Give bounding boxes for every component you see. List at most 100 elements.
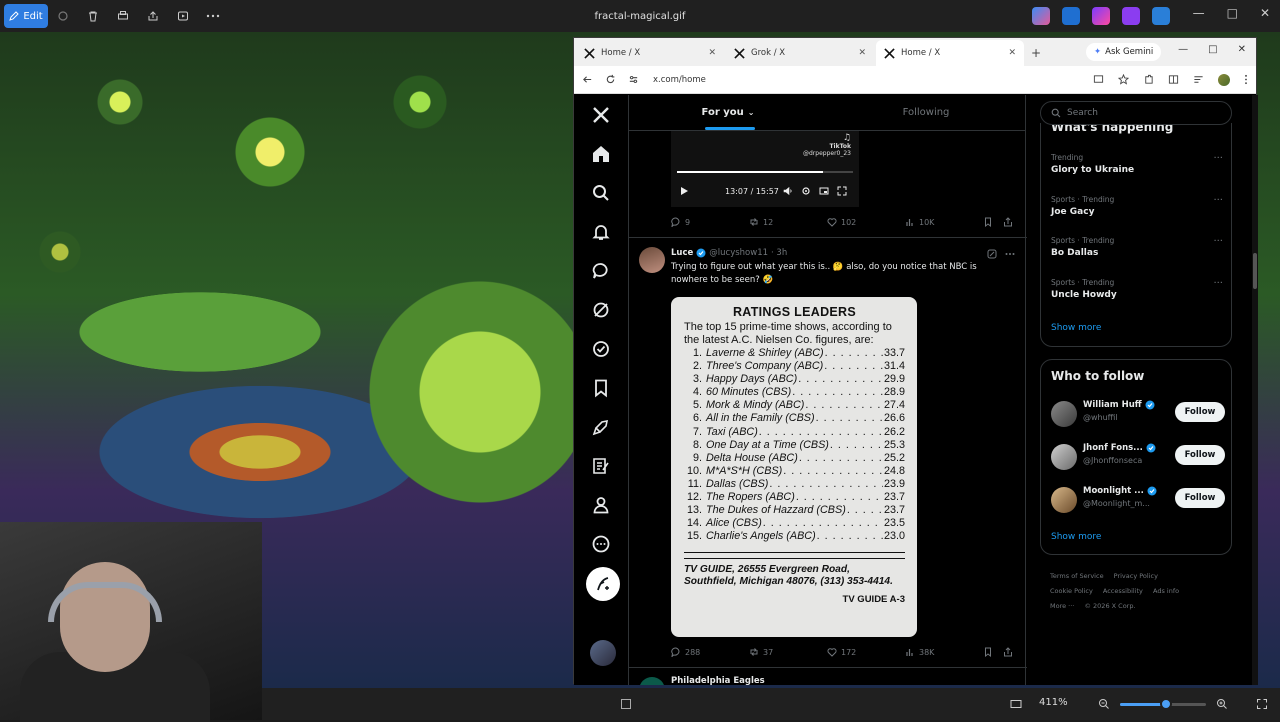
footer-link[interactable]: More ··· [1050, 602, 1074, 610]
copilot-icon[interactable] [1032, 7, 1050, 25]
minimize-icon[interactable]: — [1193, 6, 1205, 20]
grok-explain-icon[interactable] [987, 249, 997, 259]
profile-icon[interactable] [591, 495, 611, 515]
zoom-out-icon[interactable] [1098, 698, 1110, 710]
zoom-slider[interactable] [1120, 698, 1206, 710]
profile-avatar-browser[interactable] [1218, 73, 1230, 86]
close-tab-icon[interactable]: ✕ [708, 48, 716, 58]
maximize-icon[interactable]: □ [1227, 6, 1238, 20]
expand-icon[interactable] [837, 186, 847, 196]
tab-following[interactable]: Following [827, 95, 1025, 130]
footer-link[interactable]: Terms of Service [1050, 572, 1104, 580]
video-progress-bar[interactable] [677, 171, 853, 173]
post-author-name[interactable]: Luce [671, 248, 693, 258]
url-field[interactable]: x.com/home [653, 75, 706, 85]
tab-for-you[interactable]: For you ⌄ [629, 95, 827, 130]
more-circle-icon[interactable] [591, 534, 611, 554]
new-tab-button[interactable]: + [1024, 40, 1048, 66]
play-icon[interactable] [679, 186, 689, 196]
follow-button[interactable]: Follow [1175, 488, 1225, 508]
compose-post-button[interactable] [586, 567, 620, 601]
settings-gear-icon[interactable] [801, 186, 811, 196]
browser-tab-active[interactable]: Home / X ✕ [876, 40, 1024, 66]
show-more-trends-link[interactable]: Show more [1051, 323, 1101, 333]
aspect-icon[interactable] [1010, 698, 1022, 710]
post-timestamp[interactable]: · 3h [771, 248, 787, 258]
like-button[interactable]: 102 [827, 217, 856, 227]
more-vertical-icon[interactable] [1244, 74, 1248, 85]
x-logo-icon[interactable] [591, 105, 611, 125]
delete-button[interactable] [78, 3, 108, 29]
zoom-slider-handle[interactable] [1159, 698, 1172, 710]
minimize-icon[interactable]: — [1178, 44, 1188, 55]
post-author-name[interactable]: Philadelphia Eagles [671, 676, 765, 685]
app-icon[interactable] [1122, 7, 1140, 25]
views-button[interactable]: 10K [905, 217, 934, 227]
more-horizontal-icon[interactable]: ··· [1213, 236, 1223, 247]
show-more-follow-link[interactable]: Show more [1051, 532, 1101, 542]
follow-suggestion[interactable]: Jhonf Fons... @Jhonffonseca Follow [1051, 441, 1225, 471]
bookmark-icon[interactable] [983, 647, 993, 657]
rotate-button[interactable] [48, 3, 78, 29]
suggestion-name[interactable]: Jhonf Fons... [1083, 443, 1143, 453]
search-input[interactable]: Search [1040, 101, 1232, 125]
footer-link[interactable]: Privacy Policy [1114, 572, 1158, 580]
zoom-level[interactable]: 411% [1039, 697, 1068, 708]
verified-orgs-icon[interactable] [591, 339, 611, 359]
footer-link[interactable]: Ads info [1153, 587, 1179, 595]
reply-button[interactable]: 9 [671, 217, 690, 227]
post-author-avatar[interactable] [639, 247, 665, 273]
trend-item[interactable]: Sports · Trending Joe Gacy ··· [1051, 195, 1223, 217]
maximize-icon[interactable]: □ [1208, 44, 1217, 55]
post-author-handle[interactable]: @lucyshow11 [709, 248, 768, 258]
install-app-icon[interactable] [1093, 74, 1104, 85]
trend-item[interactable]: Sports · Trending Bo Dallas ··· [1051, 236, 1223, 258]
search-icon[interactable] [591, 183, 611, 203]
video-player[interactable]: ♫ TikTok @drpepper0_23 13:07 / 15:57 [671, 131, 859, 207]
suggestion-avatar[interactable] [1051, 487, 1077, 513]
site-info-icon[interactable] [628, 74, 639, 85]
fullscreen-icon[interactable] [1256, 698, 1268, 710]
browser-tab[interactable]: Grok / X ✕ [726, 40, 874, 66]
scrollbar-thumb[interactable] [1253, 253, 1257, 289]
close-tab-icon[interactable]: ✕ [858, 48, 866, 58]
more-horizontal-icon[interactable] [1005, 252, 1015, 256]
print-button[interactable] [108, 3, 138, 29]
browser-tab[interactable]: Home / X ✕ [576, 40, 724, 66]
ratings-leaders-image[interactable]: RATINGS LEADERS The top 15 prime-time sh… [671, 297, 917, 637]
views-button[interactable]: 38K [905, 647, 934, 657]
suggestion-name[interactable]: William Huff [1083, 400, 1142, 410]
slideshow-button[interactable] [168, 3, 198, 29]
close-icon[interactable]: ✕ [1260, 6, 1270, 20]
close-tab-icon[interactable]: ✕ [1008, 48, 1016, 58]
like-button[interactable]: 172 [827, 647, 856, 657]
home-icon[interactable] [591, 144, 611, 164]
edit-button[interactable]: Edit [4, 4, 48, 28]
fit-screen-icon[interactable] [620, 698, 632, 710]
reload-icon[interactable] [605, 74, 616, 85]
more-horizontal-icon[interactable]: ··· [1213, 153, 1223, 164]
more-horizontal-icon[interactable]: ··· [1213, 195, 1223, 206]
app-icon[interactable] [1062, 7, 1080, 25]
notifications-bell-icon[interactable] [591, 222, 611, 242]
grok-icon[interactable] [591, 300, 611, 320]
picture-in-picture-icon[interactable] [819, 186, 829, 196]
more-options-button[interactable] [198, 3, 228, 29]
follow-suggestion[interactable]: Moonlight ... @Moonlight_m... Follow [1051, 484, 1225, 514]
star-icon[interactable] [1118, 74, 1129, 85]
reading-list-icon[interactable] [1193, 74, 1204, 85]
post-author-avatar[interactable] [639, 677, 665, 685]
network-icon[interactable] [1152, 7, 1170, 25]
zoom-in-icon[interactable] [1216, 698, 1228, 710]
repost-button[interactable]: 12 [749, 217, 773, 227]
share-icon[interactable] [1003, 217, 1013, 227]
suggestion-avatar[interactable] [1051, 444, 1077, 470]
share-button[interactable] [138, 3, 168, 29]
footer-link[interactable]: Cookie Policy [1050, 587, 1093, 595]
messages-icon[interactable] [591, 261, 611, 281]
share-icon[interactable] [1003, 647, 1013, 657]
footer-link[interactable]: Accessibility [1103, 587, 1143, 595]
suggestion-name[interactable]: Moonlight ... [1083, 486, 1144, 496]
more-horizontal-icon[interactable]: ··· [1213, 278, 1223, 289]
ask-gemini-button[interactable]: ✦ Ask Gemini [1086, 43, 1162, 61]
